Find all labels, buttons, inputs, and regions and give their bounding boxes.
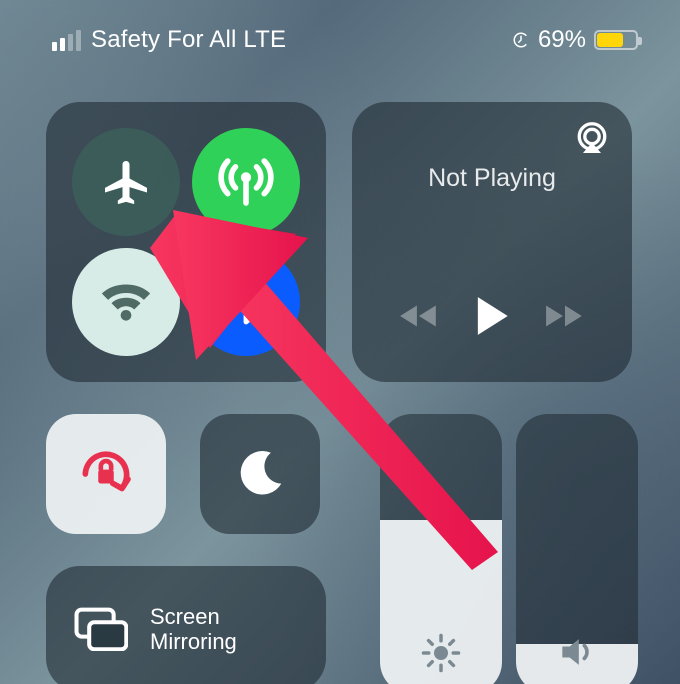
low-power-mode-icon [512,31,530,49]
fast-forward-button[interactable] [544,301,586,331]
airplane-icon [98,154,154,210]
bluetooth-icon [222,278,270,326]
screen-mirroring-label: Screen Mirroring [150,604,237,655]
carrier-label: Safety For All LTE [91,26,286,54]
bluetooth-button[interactable] [192,248,300,356]
volume-slider[interactable] [516,414,638,684]
brightness-slider[interactable] [380,414,502,684]
media-panel[interactable]: Not Playing [352,102,632,382]
speaker-icon [555,630,599,674]
wifi-button[interactable] [72,248,180,356]
rotation-lock-icon [75,443,137,505]
battery-percent: 69% [538,26,586,54]
airplane-mode-button[interactable] [72,128,180,236]
antenna-icon [218,154,274,210]
airplay-icon[interactable] [574,120,610,156]
connectivity-panel[interactable] [46,102,326,382]
brightness-icon [420,632,462,674]
status-bar: Safety For All LTE 69% [0,20,680,60]
screen-mirroring-icon [74,607,128,651]
do-not-disturb-button[interactable] [200,414,320,534]
battery-icon [594,30,638,50]
rotation-lock-button[interactable] [46,414,166,534]
screen-mirroring-button[interactable]: Screen Mirroring [46,566,326,684]
moon-icon [231,445,289,503]
cellular-data-button[interactable] [192,128,300,236]
wifi-icon [97,273,155,331]
cell-signal-icon [52,30,81,51]
rewind-button[interactable] [398,301,440,331]
media-title: Not Playing [352,164,632,193]
play-button[interactable] [472,294,512,338]
